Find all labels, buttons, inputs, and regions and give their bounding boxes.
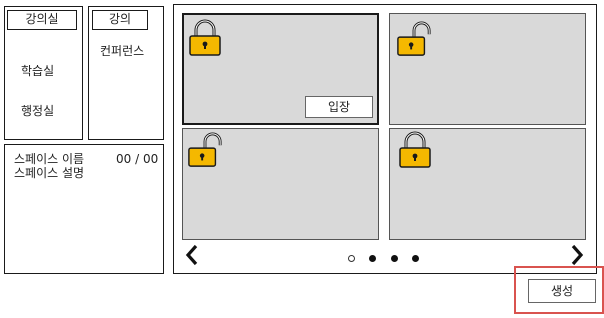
subtab-lecture[interactable]: 강의: [92, 10, 148, 30]
room-card-2[interactable]: [389, 13, 586, 125]
lock-closed-icon: [189, 19, 221, 56]
lock-closed-icon: [399, 131, 431, 168]
chevron-right-icon[interactable]: [570, 244, 584, 266]
tab-study-room[interactable]: 학습실: [21, 64, 54, 78]
page-dot-3[interactable]: [391, 255, 398, 262]
room-card-4[interactable]: [389, 128, 586, 240]
lock-open-icon: [397, 21, 431, 56]
lock-open-icon: [188, 132, 222, 167]
space-description-label: 스페이스 설명: [14, 166, 85, 180]
enter-button[interactable]: 입장: [305, 96, 373, 118]
chevron-left-icon[interactable]: [185, 244, 199, 266]
page-dot-1[interactable]: [348, 255, 355, 262]
tab-label: 강의실: [25, 12, 59, 26]
create-button[interactable]: 생성: [528, 279, 596, 303]
room-card-3[interactable]: [182, 128, 379, 240]
subtab-conference[interactable]: 컨퍼런스: [100, 44, 144, 58]
tab-lecture-room[interactable]: 강의실: [7, 10, 77, 30]
space-count: 00 / 00: [116, 152, 159, 166]
page-dot-4[interactable]: [412, 255, 419, 262]
page-dot-2[interactable]: [369, 255, 376, 262]
room-card-1[interactable]: 입장: [182, 13, 379, 125]
space-name-label: 스페이스 이름: [14, 152, 85, 166]
subtab-label: 강의: [108, 12, 132, 26]
tab-admin-room[interactable]: 행정실: [21, 104, 54, 118]
